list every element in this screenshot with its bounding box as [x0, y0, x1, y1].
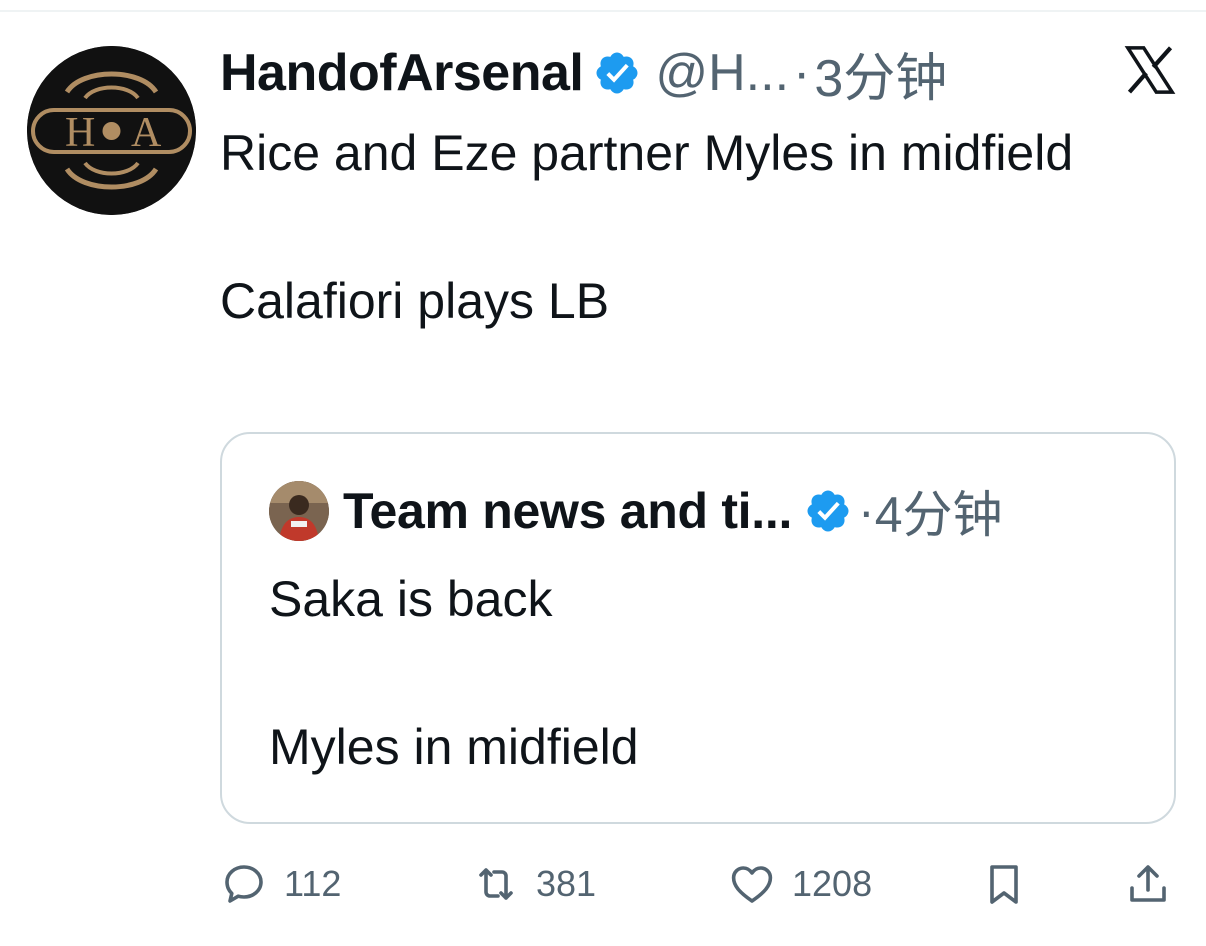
quoted-tweet-text: Saka is back Myles in midfield [269, 562, 639, 784]
like-count: 1208 [792, 863, 873, 904]
share-icon [1130, 865, 1166, 902]
quoted-avatar-image [269, 481, 329, 541]
action-bar: 112 381 1208 [0, 852, 1206, 916]
bookmark-button[interactable] [980, 852, 1044, 916]
reply-icon [225, 865, 263, 903]
retweet-count: 381 [536, 863, 597, 904]
quoted-tweet-card[interactable]: Team news and ti... · 4分钟 Saka is back M… [220, 432, 1176, 824]
separator-dot: · [858, 483, 875, 539]
like-button[interactable]: 1208 [728, 852, 872, 916]
x-logo-icon[interactable] [1122, 42, 1178, 98]
verified-badge-icon[interactable] [593, 49, 641, 97]
separator-dot: · [793, 44, 811, 102]
share-button[interactable] [1124, 852, 1188, 916]
quoted-timestamp[interactable]: 4分钟 [875, 475, 1003, 547]
avatar[interactable]: H A [27, 46, 196, 215]
hoa-logo: H A [27, 46, 196, 215]
bookmark-icon [990, 865, 1018, 904]
retweet-button[interactable]: 381 [472, 852, 596, 916]
tweet-header: HandofArsenal @H... · 3分钟 [220, 38, 947, 108]
handle[interactable]: @H... [655, 43, 789, 103]
quoted-tweet-header: Team news and ti... · 4分钟 [269, 479, 1003, 543]
timestamp[interactable]: 3分钟 [814, 36, 947, 111]
avatar-letter-left: H [65, 110, 95, 156]
quoted-display-name[interactable]: Team news and ti... [343, 482, 792, 540]
quoted-avatar[interactable] [269, 481, 329, 541]
retweet-icon [479, 868, 513, 900]
reply-count: 112 [284, 863, 342, 904]
verified-badge-icon[interactable] [804, 487, 852, 535]
quoted-paragraph: Myles in midfield [269, 719, 639, 775]
top-divider [0, 10, 1206, 12]
tweet-paragraph: Calafiori plays LB [220, 273, 610, 329]
tweet-paragraph: Rice and Eze partner Myles in midfield [220, 125, 1074, 181]
avatar-letter-right: A [131, 110, 162, 156]
quoted-paragraph: Saka is back [269, 571, 553, 627]
tweet-text: Rice and Eze partner Myles in midfield C… [220, 116, 1100, 338]
reply-button[interactable]: 112 [220, 852, 341, 916]
like-icon [731, 866, 773, 903]
display-name[interactable]: HandofArsenal [220, 43, 584, 103]
